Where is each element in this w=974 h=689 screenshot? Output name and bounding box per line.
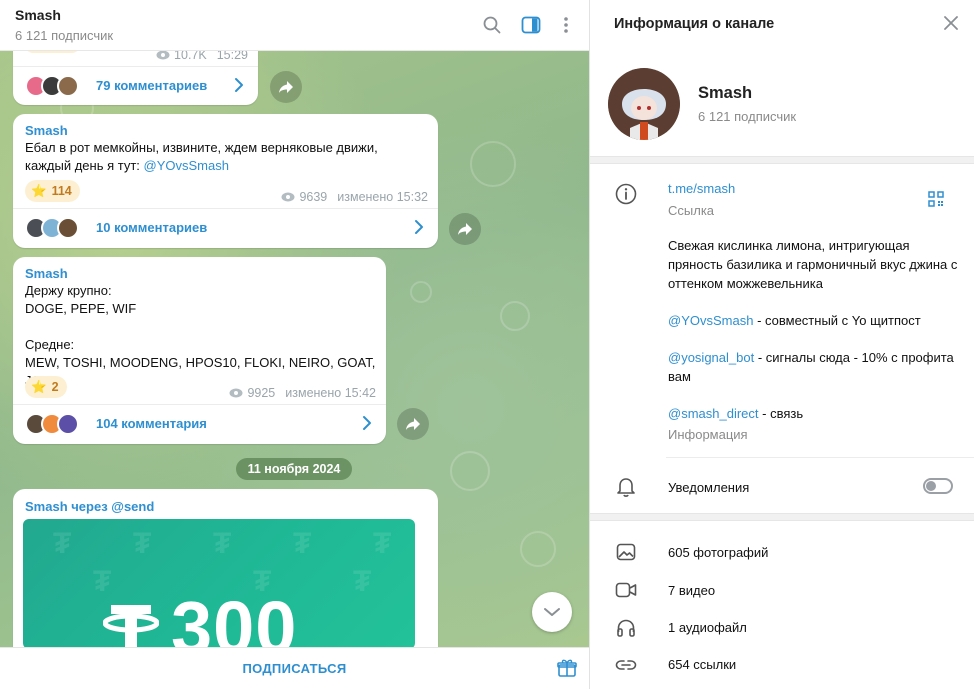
tether-logo-icon [103,605,159,649]
video-icon [614,578,638,602]
links-link[interactable]: 654 ссылки [668,657,736,672]
photo-icon [614,540,638,564]
chat-title[interactable]: Smash [15,7,61,23]
chevron-right-icon [414,219,424,238]
section-divider [590,513,974,521]
share-button[interactable] [270,71,302,103]
commenter-avatars [25,75,79,97]
avatar [57,217,79,239]
preview-number: 300 [171,586,298,649]
description-line: @smash_direct - связь [668,406,804,421]
chevron-right-icon [234,77,244,96]
channel-link[interactable]: t.me/smash [668,181,735,196]
channel-info-panel: Информация о канале Smash 6 121 подписчи… [589,0,974,689]
views-icon [281,192,295,202]
share-arrow-icon [406,418,420,430]
mention-link[interactable]: @YOvsSmash [668,313,753,328]
reaction-badge[interactable]: ⭐ 2 [25,376,67,398]
share-button[interactable] [397,408,429,440]
commenter-avatars [25,217,79,239]
share-arrow-icon [458,223,472,235]
search-icon[interactable] [481,14,503,36]
comments-row[interactable]: 104 комментария [13,404,386,444]
channel-avatar[interactable] [608,68,680,140]
message-text: Ебал в рот мемкойны, извините, ждем верн… [25,140,378,173]
headphones-icon [614,616,638,640]
channel-name: Smash [698,84,753,102]
star-icon: ⭐ [31,183,47,198]
views-icon [156,50,170,60]
comments-link[interactable]: 79 комментариев [96,78,207,93]
message-meta: 9925 изменено 15:42 [229,386,376,400]
message-author[interactable]: Smash [25,123,68,138]
date-divider: 11 ноября 2024 [236,458,352,480]
comments-row[interactable]: 79 комментариев [13,66,258,106]
chat-pane: Smash 6 121 подписчик ⭐103 10.7K 15:29 [0,0,589,689]
gift-icon[interactable] [557,658,577,681]
mention-link[interactable]: @smash_direct [668,406,759,421]
more-menu-icon[interactable] [555,14,577,36]
divider [666,457,974,458]
message-author[interactable]: Smash [25,266,68,281]
message-meta: 9639 изменено 15:32 [281,190,428,204]
views-icon [229,388,243,398]
bottom-bar: ПОДПИСАТЬСЯ [0,647,589,689]
message-bubble[interactable]: Smash Ебал в рот мемкойны, извините, жде… [13,114,438,248]
message-text: Держу крупно: DOGE, PEPE, WIF Средне: ME… [25,283,376,388]
chevron-right-icon [362,415,372,434]
description-line: @YOvsSmash - совместный с Yo щитпост [668,313,921,328]
channel-description: Свежая кислинка лимона, интригующая прян… [668,238,958,291]
scroll-down-button[interactable] [532,592,572,632]
comments-link[interactable]: 10 комментариев [96,220,207,235]
share-button[interactable] [449,213,481,245]
audio-link[interactable]: 1 аудиофайл [668,620,747,635]
reaction-badge[interactable]: ⭐ 114 [25,180,80,202]
chevron-down-icon [544,608,560,616]
subscribe-button[interactable]: ПОДПИСАТЬСЯ [0,661,589,676]
description-label: Информация [668,427,748,442]
link-icon [614,653,638,677]
chat-subscribers: 6 121 подписчик [15,28,114,43]
mention-link[interactable]: @yosignal_bot [668,350,754,365]
notifications-toggle[interactable] [923,478,953,494]
description-line: @yosignal_bot - сигналы сюда - 10% с про… [668,350,954,384]
videos-link[interactable]: 7 видео [668,583,715,598]
notifications-label: Уведомления [668,480,750,495]
photos-link[interactable]: 605 фотографий [668,545,768,560]
message-bubble[interactable]: Smash Держу крупно: DOGE, PEPE, WIF Сред… [13,257,386,444]
message-author[interactable]: Smash через @send [25,499,154,514]
bell-icon [614,475,638,499]
mention-link[interactable]: @YOvsSmash [144,158,229,173]
channel-subscribers: 6 121 подписчик [698,109,797,124]
info-icon [614,182,638,206]
media-preview[interactable]: ₮ ₮ ₮ ₮ ₮ ₮ ₮ ₮ 300 [23,519,415,649]
close-icon[interactable] [944,16,958,33]
avatar [57,413,79,435]
share-arrow-icon [279,81,293,93]
commenter-avatars [25,413,79,435]
info-title: Информация о канале [614,16,775,32]
comments-row[interactable]: 10 комментариев [13,208,438,248]
star-icon: ⭐ [31,379,47,394]
sidebar-toggle-icon[interactable] [520,14,542,36]
section-divider [590,156,974,164]
chat-header[interactable]: Smash 6 121 подписчик [0,0,589,51]
link-label: Ссылка [668,203,715,218]
comments-link[interactable]: 104 комментария [96,416,207,431]
qr-code-icon[interactable] [928,191,944,210]
avatar [57,75,79,97]
